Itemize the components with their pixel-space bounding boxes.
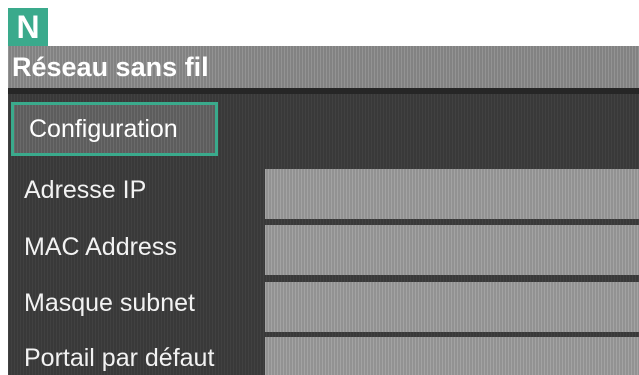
page-title: Réseau sans fil: [12, 52, 209, 82]
mac-address-label: MAC Address: [24, 233, 177, 261]
corner-badge-n: N: [8, 8, 48, 46]
default-gateway-field[interactable]: [265, 337, 639, 375]
ip-address-field[interactable]: [265, 169, 639, 219]
ip-address-label: Adresse IP: [24, 176, 147, 204]
title-bar: Réseau sans fil: [8, 46, 639, 88]
subnet-mask-label: Masque subnet: [24, 289, 195, 317]
subnet-mask-field[interactable]: [265, 282, 639, 332]
default-gateway-label: Portail par défaut: [24, 344, 215, 372]
title-divider: [8, 88, 639, 94]
mac-address-field[interactable]: [265, 225, 639, 275]
configuration-button[interactable]: Configuration: [11, 102, 218, 156]
wireless-network-screen: Réseau sans fil Configuration Adresse IP…: [8, 46, 639, 375]
